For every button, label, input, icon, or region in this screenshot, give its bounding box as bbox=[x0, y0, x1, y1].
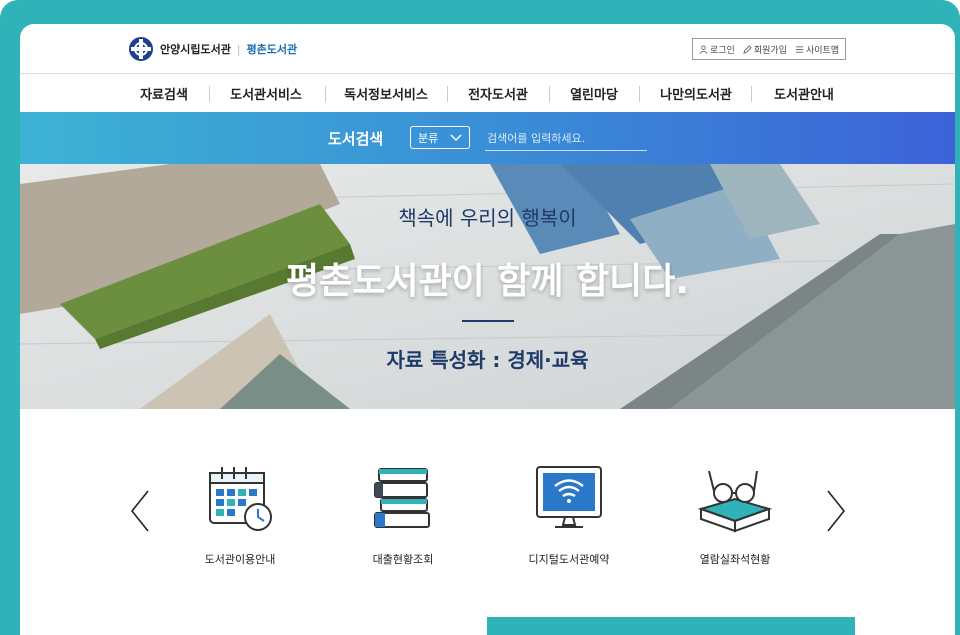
library-logo[interactable]: 안양시립도서관 | 평촌도서관 bbox=[128, 36, 297, 62]
join-link[interactable]: 회원가입 bbox=[743, 43, 787, 56]
quick-item-digital-reservation[interactable]: 디지털도서관예약 bbox=[504, 459, 634, 567]
wifi-monitor-icon bbox=[536, 466, 602, 528]
quick-item-seat-status[interactable]: 열람실좌석현황 bbox=[670, 459, 800, 567]
category-select[interactable]: 분류 bbox=[410, 126, 470, 149]
nav-item-my-library[interactable]: 나만의도서관 bbox=[660, 84, 732, 103]
login-label: 로그인 bbox=[710, 45, 735, 56]
pencil-icon bbox=[743, 44, 752, 54]
search-input[interactable] bbox=[485, 130, 619, 146]
hero-title: 평촌도서관이 함께 합니다. bbox=[285, 261, 690, 302]
nav-divider bbox=[209, 86, 210, 102]
book-stack-icon bbox=[374, 468, 430, 528]
join-label: 회원가입 bbox=[753, 45, 787, 56]
library-emblem-icon bbox=[129, 37, 153, 61]
login-link[interactable]: 로그인 bbox=[699, 43, 735, 56]
sitemap-link[interactable]: 사이트맵 bbox=[795, 43, 839, 56]
nav-item-reading[interactable]: 독서정보서비스 bbox=[344, 84, 428, 103]
search-title: 도서검색 bbox=[328, 130, 384, 148]
main-nav: 자료검색 도서관서비스 독서정보서비스 전자도서관 열린마당 나만의도서관 도서… bbox=[20, 73, 955, 113]
branch-name: 평촌도서관 bbox=[246, 43, 298, 56]
hero-banner: 책속에 우리의 행복이 평촌도서관이 함께 합니다. 자료 특성화 : 경제·교… bbox=[20, 164, 955, 409]
bottom-tab-strip[interactable] bbox=[487, 617, 855, 635]
quick-item-loan-status[interactable]: 대출현황조회 bbox=[338, 459, 468, 567]
nav-divider bbox=[447, 86, 448, 102]
nav-item-open-forum[interactable]: 열린마당 bbox=[570, 84, 618, 103]
menu-icon bbox=[795, 45, 804, 53]
search-band: 도서검색 분류 bbox=[20, 112, 955, 164]
nav-item-services[interactable]: 도서관서비스 bbox=[230, 84, 302, 103]
person-icon bbox=[699, 44, 708, 54]
chevron-left-icon[interactable] bbox=[128, 489, 152, 533]
sitemap-label: 사이트맵 bbox=[805, 45, 840, 56]
nav-item-e-library[interactable]: 전자도서관 bbox=[468, 84, 528, 103]
browser-screen: 안양시립도서관 | 평촌도서관 로그인 회원가입 사이트맵 자료검색 도서관서비… bbox=[20, 24, 955, 635]
logo-separator: | bbox=[236, 42, 241, 56]
library-name: 안양시립도서관 bbox=[160, 43, 231, 56]
category-value: 분류 bbox=[418, 131, 439, 145]
search-field bbox=[485, 126, 647, 151]
nav-divider bbox=[639, 86, 640, 102]
quick-item-label: 열람실좌석현황 bbox=[699, 553, 771, 566]
chevron-right-icon[interactable] bbox=[824, 489, 848, 533]
quick-item-usage-guide[interactable]: 도서관이용안내 bbox=[175, 459, 305, 567]
quick-item-label: 대출현황조회 bbox=[372, 553, 434, 566]
nav-item-about[interactable]: 도서관안내 bbox=[774, 84, 834, 103]
nav-divider bbox=[549, 86, 550, 102]
quick-item-label: 디지털도서관예약 bbox=[528, 553, 610, 566]
top-bar: 안양시립도서관 | 평촌도서관 로그인 회원가입 사이트맵 bbox=[20, 24, 955, 72]
utility-menu: 로그인 회원가입 사이트맵 bbox=[692, 38, 847, 60]
glasses-book-icon bbox=[697, 470, 773, 533]
hero-subtitle: 책속에 우리의 행복이 bbox=[398, 206, 577, 230]
quick-menu: 도서관이용안내 대출현황조회 디지털도서관예약 열람실좌석현황 bbox=[20, 409, 955, 635]
nav-divider bbox=[325, 86, 326, 102]
quick-item-label: 도서관이용안내 bbox=[204, 553, 276, 566]
hero-divider bbox=[462, 320, 514, 322]
chevron-down-icon bbox=[450, 133, 462, 141]
hero-footer: 자료 특성화 : 경제·교육 bbox=[386, 348, 589, 372]
nav-item-search[interactable]: 자료검색 bbox=[140, 84, 188, 103]
calendar-clock-icon bbox=[209, 467, 272, 531]
nav-divider bbox=[751, 86, 752, 102]
